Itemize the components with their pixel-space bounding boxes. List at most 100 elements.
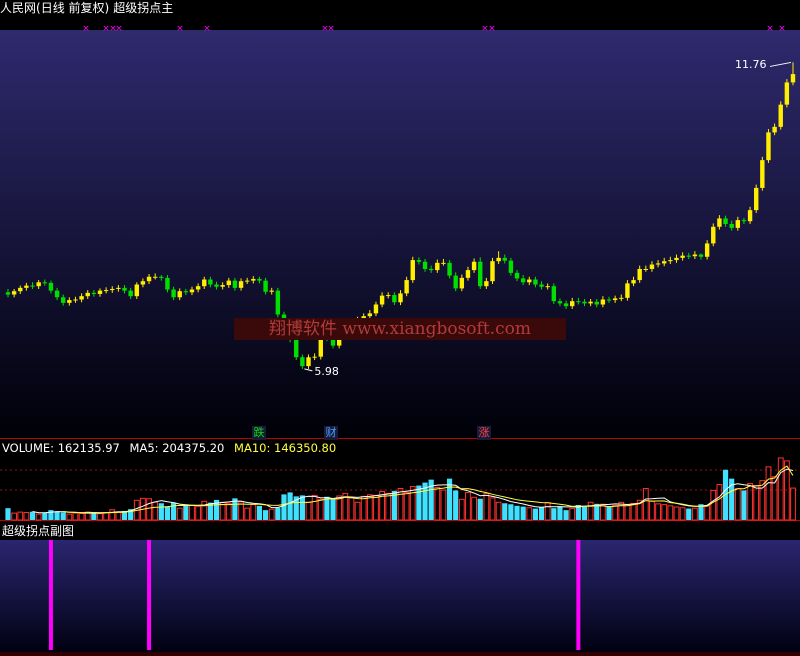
top-marker-0: ×	[82, 24, 90, 34]
candle-body-66	[410, 260, 415, 281]
volume-bar-5	[35, 513, 42, 521]
candle-body-42	[263, 280, 268, 292]
volume-bar-28	[176, 507, 183, 521]
candle-body-124	[766, 132, 771, 161]
candle-body-47	[294, 339, 299, 358]
candle-body-94	[582, 301, 587, 304]
volume-bar-30	[189, 504, 195, 521]
volume-bar-106	[655, 503, 661, 521]
candle-body-104	[643, 268, 649, 270]
top-marker-5: ×	[203, 24, 211, 34]
candle-body-17	[110, 288, 115, 291]
candle-body-27	[171, 289, 176, 298]
candle-body-122	[754, 187, 759, 211]
volume-bar-12	[78, 513, 85, 521]
candle-body-71	[441, 262, 446, 264]
candle-body-18	[116, 287, 121, 289]
stock-chart-window: 人民网(日线 前复权) 超级拐点主 × × × × × × × × × × × × 翔博软件 www.x…	[0, 0, 800, 656]
volume-bar-45	[281, 494, 287, 520]
candle-body-48	[300, 357, 305, 367]
volume-bar-56	[348, 497, 355, 521]
candle-body-82	[508, 260, 514, 273]
signal-bar-0	[48, 540, 53, 650]
candle-body-77	[478, 261, 483, 287]
volume-bar-115	[710, 489, 717, 521]
volume-bar-3	[23, 512, 30, 521]
volume-bar-74	[458, 498, 465, 521]
volume-bar-81	[502, 503, 508, 520]
volume-bar-89	[551, 508, 557, 520]
volume-bar-42	[262, 510, 269, 520]
volume-bar-73	[453, 490, 459, 520]
volume-bar-24	[152, 501, 159, 521]
volume-bar-120	[741, 490, 747, 520]
candle-body-32	[202, 279, 207, 287]
high-pointer-line	[769, 61, 792, 67]
volume-bar-40	[250, 504, 257, 521]
signal-label-wealth: 财	[324, 426, 338, 440]
candle-body-39	[244, 280, 250, 282]
candle-body-73	[453, 275, 458, 289]
candle-body-127	[784, 82, 790, 105]
candle-body-37	[232, 280, 238, 288]
candle-body-9	[60, 297, 66, 303]
volume-bar-83	[514, 505, 520, 520]
candle-body-11	[73, 299, 78, 301]
candle-body-61	[379, 295, 385, 305]
candle-body-111	[686, 255, 691, 257]
volume-bar-88	[544, 502, 551, 521]
candle-body-35	[220, 285, 225, 287]
volume-bar-9	[60, 512, 66, 520]
candle-body-110	[680, 255, 685, 258]
candle-body-84	[520, 278, 526, 283]
candle-body-89	[551, 286, 557, 302]
candle-body-7	[48, 282, 54, 291]
candle-body-113	[698, 254, 704, 257]
volume-bar-36	[225, 502, 232, 521]
candle-body-126	[778, 104, 783, 127]
candle-body-44	[275, 290, 281, 315]
volume-ma10-line	[63, 465, 794, 514]
volume-bar-126	[777, 457, 784, 521]
signal-bar-2	[576, 540, 581, 650]
volume-bar-128	[790, 487, 796, 521]
candle-body-41	[257, 278, 262, 281]
volume-bar-67	[416, 485, 422, 520]
volume-bar-31	[195, 505, 202, 521]
candle-body-108	[668, 260, 673, 262]
volume-bar-76	[471, 496, 477, 521]
volume-bar-108	[667, 505, 674, 521]
candle-body-81	[502, 257, 507, 261]
volume-bar-18	[115, 511, 122, 521]
volume-bar-82	[508, 504, 514, 520]
volume-bar-53	[330, 498, 336, 520]
candle-body-8	[54, 290, 60, 298]
volume-bar-102	[630, 502, 637, 521]
candle-body-28	[177, 291, 182, 298]
candle-body-16	[103, 290, 109, 292]
volume-bar-25	[158, 503, 164, 520]
candle-body-64	[398, 293, 403, 303]
candle-body-87	[539, 284, 544, 287]
volume-bar-52	[324, 496, 330, 520]
candle-body-26	[165, 277, 170, 290]
candle-body-123	[760, 160, 765, 188]
volume-bar-101	[624, 504, 631, 521]
volume-bar-78	[483, 492, 490, 521]
candle-body-43	[269, 290, 274, 292]
candle-body-119	[735, 220, 741, 228]
volume-bar-38	[238, 501, 244, 521]
candle-body-31	[195, 286, 201, 290]
low-pointer-line	[304, 368, 313, 372]
volume-legend: VOLUME: 162135.97 MA5: 204375.20 MA10: 1…	[2, 441, 342, 455]
candle-body-49	[306, 357, 311, 367]
ma5-value: 204375.20	[162, 441, 225, 455]
volume-bar-98	[606, 506, 612, 520]
candle-body-102	[631, 280, 636, 284]
volume-bar-58	[360, 495, 367, 521]
signal-bar-1	[147, 540, 152, 650]
candle-body-20	[128, 290, 133, 297]
candle-body-19	[122, 287, 127, 291]
candle-body-75	[465, 270, 471, 278]
volume-bar-29	[183, 504, 189, 520]
